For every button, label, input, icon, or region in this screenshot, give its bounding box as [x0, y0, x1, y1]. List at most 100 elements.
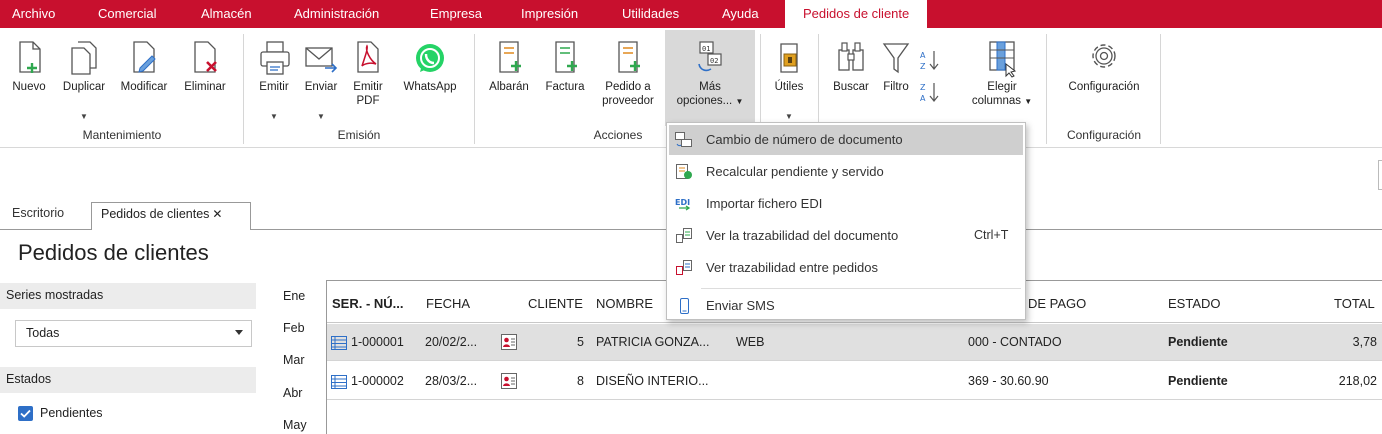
- month-ene[interactable]: Ene: [283, 289, 305, 303]
- cell-total: 3,78: [1352, 335, 1377, 349]
- chevron-down-icon: ▼: [317, 112, 325, 121]
- mail-icon: [305, 47, 338, 73]
- buscar-button[interactable]: Buscar: [826, 30, 876, 126]
- contact-card-icon: [501, 373, 517, 389]
- emitir-pdf-label: Emitir PDF: [353, 81, 383, 107]
- cell-nombre: DISEÑO INTERIO...: [596, 374, 709, 388]
- cell-origen: WEB: [736, 335, 765, 349]
- elegir-columnas-button[interactable]: Elegir columnas ▼: [964, 30, 1040, 126]
- menu-ayuda[interactable]: Ayuda: [722, 0, 759, 28]
- sort-descending-button[interactable]: Z A: [918, 80, 942, 104]
- edit-document-icon: [133, 41, 156, 73]
- menu-archivo[interactable]: Archivo: [12, 0, 55, 28]
- menu-item-trazabilidad-documento[interactable]: Ver la trazabilidad del documento Ctrl+T: [669, 221, 1023, 251]
- menu-comercial[interactable]: Comercial: [98, 0, 157, 28]
- modificar-button[interactable]: Modificar: [114, 30, 174, 126]
- enviar-label: Enviar: [304, 81, 338, 93]
- cell-cliente: 5: [577, 335, 584, 349]
- table-row[interactable]: 1-000002 28/03/2... 8 DISEÑO INTERIO... …: [327, 363, 1382, 400]
- menu-pedidos-de-cliente[interactable]: Pedidos de cliente: [785, 0, 928, 28]
- menu-item-recalcular[interactable]: Recalcular pendiente y servido: [669, 157, 1023, 187]
- col-header-forma-pago[interactable]: DE PAGO: [1028, 286, 1086, 322]
- menu-item-cambio-numero[interactable]: Cambio de número de documento: [669, 125, 1023, 155]
- header-divider: [327, 322, 1382, 323]
- group-mantenimiento: Mantenimiento: [82, 128, 162, 142]
- menu-empresa[interactable]: Empresa: [430, 0, 482, 28]
- utiles-label: Útiles: [774, 81, 804, 93]
- col-header-fecha[interactable]: FECHA: [426, 286, 470, 322]
- pendientes-checkbox[interactable]: [18, 406, 33, 421]
- edi-icon: EDI: [675, 198, 691, 211]
- pedido-proveedor-button[interactable]: Pedido a proveedor: [592, 30, 664, 126]
- svg-text:A: A: [920, 94, 926, 103]
- supplier-order-icon: [618, 41, 640, 73]
- binoculars-icon: [838, 42, 864, 71]
- month-mar[interactable]: Mar: [283, 353, 305, 367]
- cell-fecha: 20/02/2...: [425, 335, 478, 349]
- elegir-columnas-label: Elegir columnas ▼: [971, 81, 1033, 107]
- tab-pedidos-de-clientes[interactable]: Pedidos de clientes ✕: [91, 202, 251, 230]
- order-traceability-icon: [676, 260, 692, 275]
- tools-icon: [780, 43, 798, 73]
- cell-fecha: 28/03/2...: [425, 374, 478, 388]
- eliminar-label: Eliminar: [184, 81, 226, 93]
- pendientes-label: Pendientes: [40, 406, 103, 420]
- series-select[interactable]: Todas: [15, 320, 252, 347]
- menu-item-enviar-sms[interactable]: Enviar SMS: [669, 291, 1023, 321]
- whatsapp-button[interactable]: WhatsApp: [392, 30, 468, 126]
- col-header-total[interactable]: TOTAL: [1334, 286, 1375, 322]
- albaran-button[interactable]: Albarán: [480, 30, 538, 126]
- duplicar-button[interactable]: Duplicar ▼: [54, 30, 114, 126]
- month-may[interactable]: May: [283, 418, 307, 432]
- renumber-icon: [675, 132, 692, 147]
- gear-icon: [1092, 44, 1116, 68]
- col-header-nombre[interactable]: NOMBRE: [596, 286, 653, 322]
- mas-opciones-button[interactable]: 01 02 Más opciones... ▼: [665, 30, 755, 126]
- filtro-button[interactable]: Filtro: [876, 30, 916, 126]
- col-header-ser[interactable]: SER. - NÚ...: [332, 286, 404, 322]
- contact-card-icon: [501, 334, 517, 350]
- tab-escritorio[interactable]: Escritorio: [12, 206, 64, 220]
- col-header-estado[interactable]: ESTADO: [1168, 286, 1221, 322]
- dropdown-arrow-icon: [235, 330, 243, 335]
- utiles-button[interactable]: Útiles ▼: [764, 30, 814, 126]
- factura-button[interactable]: Factura: [538, 30, 592, 126]
- estados-header: Estados: [0, 367, 256, 393]
- duplicar-label: Duplicar: [62, 81, 106, 93]
- chevron-down-icon: ▼: [270, 112, 278, 121]
- pedido-proveedor-label: Pedido a proveedor: [602, 81, 654, 107]
- collapsed-panel-edge[interactable]: [1378, 160, 1382, 190]
- row-divider: [327, 360, 1382, 361]
- month-feb[interactable]: Feb: [283, 321, 305, 335]
- menu-item-importar-edi[interactable]: EDI Importar fichero EDI: [669, 189, 1023, 219]
- delete-document-icon: [194, 41, 217, 73]
- configuracion-button[interactable]: Configuración: [1056, 30, 1152, 126]
- ribbon-divider: [1160, 34, 1161, 144]
- enviar-button[interactable]: Enviar ▼: [298, 30, 344, 126]
- menu-almacen[interactable]: Almacén: [201, 0, 252, 28]
- col-header-cliente[interactable]: CLIENTE: [528, 286, 583, 322]
- new-document-icon: [19, 41, 41, 73]
- month-abr[interactable]: Abr: [283, 386, 302, 400]
- emitir-pdf-button[interactable]: Emitir PDF: [344, 30, 392, 126]
- menu-utilidades[interactable]: Utilidades: [622, 0, 679, 28]
- eliminar-button[interactable]: Eliminar: [174, 30, 236, 126]
- menu-separator: [701, 288, 1021, 289]
- sort-ascending-button[interactable]: A Z: [918, 48, 942, 72]
- cell-estado: Pendiente: [1168, 335, 1228, 349]
- svg-text:01: 01: [702, 45, 710, 53]
- table-row[interactable]: 1-000001 20/02/2... 5 PATRICIA GONZA... …: [327, 324, 1382, 361]
- close-icon[interactable]: ✕: [212, 207, 222, 221]
- menu-impresion[interactable]: Impresión: [521, 0, 578, 28]
- albaran-label: Albarán: [489, 81, 529, 93]
- emitir-button[interactable]: Emitir ▼: [250, 30, 298, 126]
- svg-text:Z: Z: [920, 83, 926, 92]
- buscar-label: Buscar: [833, 81, 869, 93]
- menu-administracion[interactable]: Administración: [294, 0, 379, 28]
- page-title: Pedidos de clientes: [18, 240, 209, 265]
- duplicate-icon: [71, 41, 97, 75]
- group-configuracion: Configuración: [1066, 128, 1142, 142]
- pdf-icon: [357, 41, 379, 73]
- menu-item-trazabilidad-pedidos[interactable]: Ver trazabilidad entre pedidos: [669, 253, 1023, 283]
- nuevo-button[interactable]: Nuevo: [4, 30, 54, 126]
